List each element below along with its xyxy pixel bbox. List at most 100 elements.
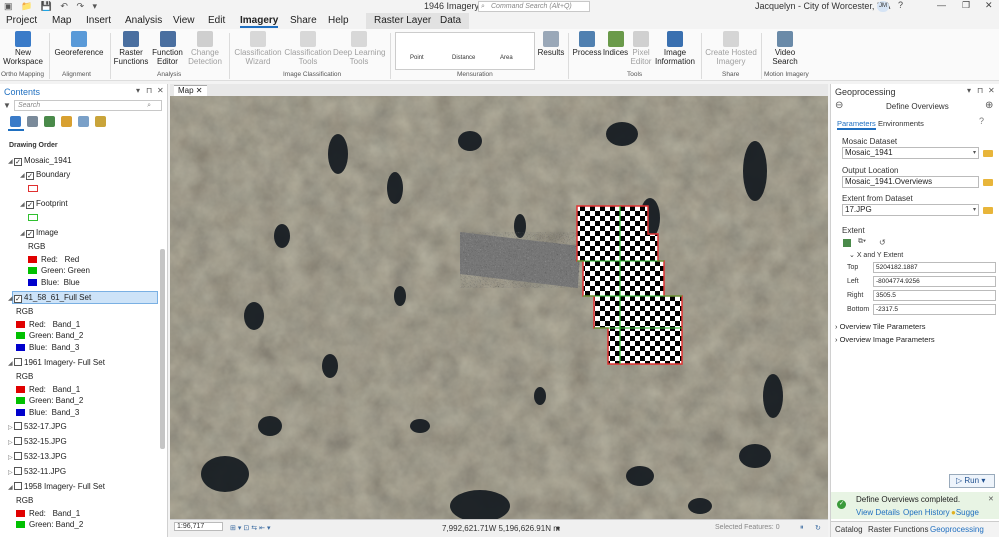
- tab-imagery[interactable]: Imagery: [240, 15, 279, 28]
- overview-image-parameters-expander[interactable]: › Overview Image Parameters: [835, 335, 935, 344]
- checkbox-icon[interactable]: ✓: [26, 201, 34, 209]
- map-view-tab[interactable]: Map ✕: [174, 85, 207, 96]
- checkbox-icon[interactable]: ✓: [26, 172, 34, 180]
- chevron-down-icon[interactable]: ▾: [973, 148, 976, 158]
- band-blue[interactable]: Blue: Band_3: [16, 408, 79, 418]
- deep-learning-tools-button[interactable]: Deep Learning Tools: [333, 31, 385, 66]
- snapping-icon[interactable]: [78, 116, 89, 127]
- extent-table-icon[interactable]: [843, 239, 851, 247]
- minimize-button[interactable]: —: [937, 0, 946, 10]
- scale-selector[interactable]: 1:96,717: [174, 522, 224, 531]
- classification-tools-button[interactable]: Classification Tools: [283, 31, 333, 66]
- overview-tile-parameters-expander[interactable]: › Overview Tile Parameters: [835, 322, 925, 331]
- selection-icon[interactable]: [44, 116, 55, 127]
- band-green[interactable]: Green: Band_2: [16, 396, 83, 406]
- band-red[interactable]: Red: Band_1: [16, 385, 80, 395]
- aerial-imagery[interactable]: [170, 96, 828, 519]
- checkbox-icon[interactable]: ✓: [14, 158, 22, 166]
- help-icon[interactable]: ?: [979, 116, 984, 126]
- layer-532-15[interactable]: ▷ 532-15.JPG: [8, 437, 67, 448]
- tab-analysis[interactable]: Analysis: [125, 15, 162, 26]
- reset-icon[interactable]: ↺: [879, 238, 886, 247]
- avatar[interactable]: JM: [877, 1, 889, 12]
- output-location-field[interactable]: Mosaic_1941.Overviews: [842, 176, 979, 188]
- checkbox-icon[interactable]: [14, 358, 22, 366]
- navigation-tools-icon[interactable]: ⊞▾⊡⇆⇤▾: [230, 524, 273, 532]
- results-button[interactable]: Results: [537, 31, 565, 57]
- raster-functions-button[interactable]: Raster Functions: [112, 31, 150, 66]
- tab-catalog[interactable]: Catalog: [835, 525, 863, 534]
- band-red[interactable]: Red: Band_1: [16, 509, 80, 519]
- indices-button[interactable]: Indices: [602, 31, 629, 57]
- labeling-icon[interactable]: [95, 116, 106, 127]
- quick-access-toolbar[interactable]: ▣ 📁 💾 ↶ ↷ ▾: [4, 1, 100, 12]
- close-icon[interactable]: ✕: [988, 86, 995, 95]
- pause-drawing-icon[interactable]: ⏸: [800, 524, 804, 532]
- checkbox-icon[interactable]: [14, 437, 22, 445]
- create-hosted-imagery-button[interactable]: Create Hosted Imagery: [704, 31, 758, 66]
- mensuration-point[interactable]: Point: [410, 55, 424, 61]
- checkbox-icon[interactable]: [14, 467, 22, 475]
- help-icon[interactable]: ?: [898, 0, 903, 10]
- mosaic-dataset-field[interactable]: Mosaic_1941 ▾: [842, 147, 979, 159]
- band-blue[interactable]: Blue: Band_3: [16, 343, 79, 353]
- extent-from-dataset-field[interactable]: 17.JPG ▾: [842, 204, 979, 216]
- top-input[interactable]: 5204182.1887: [873, 262, 996, 273]
- close-icon[interactable]: ✕: [157, 86, 164, 95]
- pin-icon[interactable]: ⊓: [977, 86, 983, 95]
- tab-edit[interactable]: Edit: [208, 15, 225, 26]
- layer-532-11[interactable]: ▷ 532-11.JPG: [8, 467, 66, 478]
- layer-boundary[interactable]: ◢ ✓ Boundary: [20, 170, 70, 181]
- refresh-icon[interactable]: ↻: [815, 524, 821, 532]
- tab-view[interactable]: View: [173, 15, 195, 26]
- bottom-input[interactable]: -2317.5: [873, 304, 996, 315]
- layer-image[interactable]: ◢ ✓ Image: [20, 228, 58, 239]
- tab-parameters[interactable]: Parameters: [837, 119, 876, 130]
- tab-geoprocessing[interactable]: Geoprocessing: [930, 525, 984, 534]
- drawing-order-icon[interactable]: [10, 116, 21, 127]
- band-red[interactable]: Red: Band_1: [16, 320, 80, 330]
- maximize-button[interactable]: ❐: [962, 0, 970, 11]
- process-button[interactable]: Process: [572, 31, 602, 57]
- command-search-input[interactable]: ⌕ Command Search (Alt+Q): [478, 1, 590, 12]
- layer-mosaic-1941[interactable]: ◢ ✓ Mosaic_1941: [8, 156, 72, 167]
- layer-1961-imagery[interactable]: ◢ 1961 Imagery- Full Set: [8, 358, 105, 369]
- band-green[interactable]: Green: Green: [28, 266, 90, 276]
- video-search-button[interactable]: Video Search: [766, 31, 804, 66]
- footprint-symbol[interactable]: [28, 213, 38, 223]
- right-input[interactable]: 3505.5: [873, 290, 996, 301]
- map-view[interactable]: [170, 96, 828, 519]
- tab-environments[interactable]: Environments: [878, 119, 924, 128]
- view-details-link[interactable]: View Details: [856, 508, 900, 517]
- layer-1958-imagery[interactable]: ◢ 1958 Imagery- Full Set: [8, 482, 105, 493]
- classification-wizard-button[interactable]: Classification Wizard: [233, 31, 283, 66]
- checkbox-icon[interactable]: ✓: [26, 230, 34, 238]
- band-green[interactable]: Green: Band_2: [16, 331, 83, 341]
- tab-raster-functions[interactable]: Raster Functions: [868, 525, 928, 534]
- mensuration-gallery[interactable]: Point Distance Area: [395, 32, 535, 70]
- layer-41-58-61-full-set[interactable]: ◢ ✓ 41_58_61_Full Set: [8, 293, 91, 304]
- pane-menu-icon[interactable]: ▾: [136, 86, 140, 95]
- layer-532-17[interactable]: ▷ 532-17.JPG: [8, 422, 67, 433]
- pin-icon[interactable]: ⊓: [146, 86, 152, 95]
- new-workspace-button[interactable]: New Workspace: [2, 31, 44, 66]
- folder-icon[interactable]: [983, 179, 993, 186]
- selected-features-count[interactable]: Selected Features: 0: [715, 524, 780, 531]
- add-icon[interactable]: ⊕: [985, 100, 993, 111]
- editing-icon[interactable]: [61, 116, 72, 127]
- filter-icon[interactable]: ▼: [3, 101, 11, 110]
- mensuration-area[interactable]: Area: [500, 55, 513, 61]
- back-icon[interactable]: ⊖: [835, 100, 843, 111]
- extent-layers-dropdown-icon[interactable]: ⧉▾: [858, 238, 866, 246]
- boundary-symbol[interactable]: [28, 184, 38, 194]
- band-green[interactable]: Green: Band_2: [16, 520, 83, 530]
- close-icon[interactable]: ✕: [988, 495, 994, 503]
- layer-532-13[interactable]: ▷ 532-13.JPG: [8, 452, 67, 463]
- chevron-down-icon[interactable]: ▾: [973, 205, 976, 215]
- coordinate-dropdown-icon[interactable]: ▾: [556, 524, 560, 533]
- run-button[interactable]: ▷ Run ▾: [949, 474, 995, 488]
- close-button[interactable]: ✕: [985, 0, 993, 11]
- contents-scrollbar[interactable]: [160, 249, 165, 449]
- checkbox-icon[interactable]: [14, 422, 22, 430]
- open-history-link[interactable]: Open History: [903, 508, 950, 517]
